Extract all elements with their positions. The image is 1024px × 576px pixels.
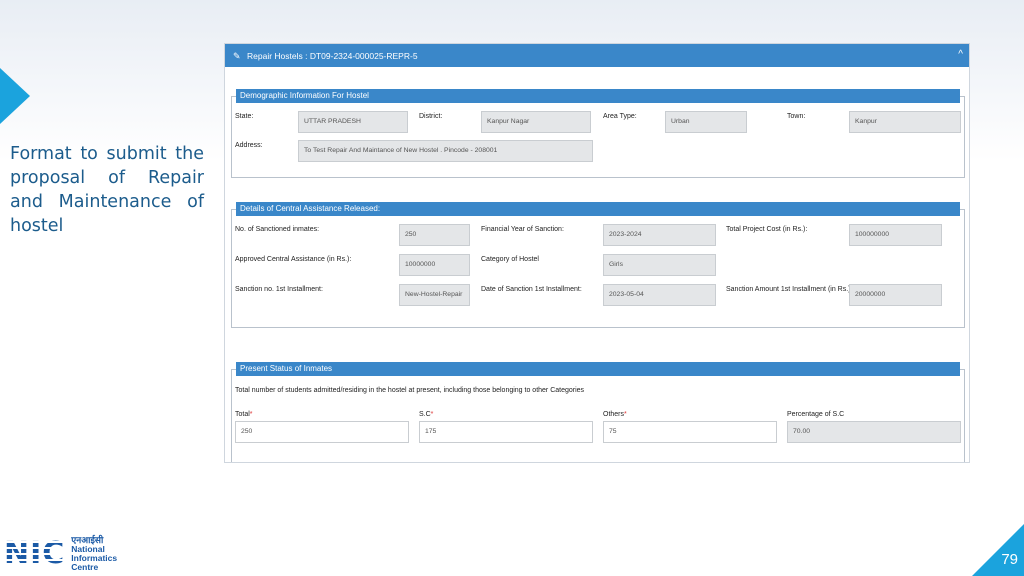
area-type-field[interactable]: Urban <box>665 111 747 133</box>
demographic-title: Demographic Information For Hostel <box>236 89 960 103</box>
inmates-field[interactable]: 250 <box>399 224 470 246</box>
central-assistance-section: Details of Central Assistance Released: … <box>231 202 965 328</box>
approved-assistance-label: Approved Central Assistance (in Rs.): <box>235 256 352 263</box>
state-label: State: <box>235 113 254 120</box>
page-number: 79 <box>1001 551 1018 568</box>
sc-input[interactable]: 175 <box>419 421 593 443</box>
district-label: District: <box>419 113 443 120</box>
nic-wordmark: एनआईसी National Informatics Centre <box>71 536 117 572</box>
sanction-date-field[interactable]: 2023-05-04 <box>603 284 716 306</box>
collapse-icon[interactable]: ^ <box>958 49 963 60</box>
others-input[interactable]: 75 <box>603 421 777 443</box>
required-marker: * <box>430 411 434 418</box>
sc-percentage-field[interactable]: 70.00 <box>787 421 961 443</box>
project-cost-field[interactable]: 100000000 <box>849 224 942 246</box>
sanction-no-label: Sanction no. 1st Installment: <box>235 286 323 293</box>
form-header[interactable]: ✎ Repair Hostels : DT09-2324-000025-REPR… <box>225 44 969 67</box>
required-marker: * <box>624 411 627 418</box>
financial-year-label: Financial Year of Sanction: <box>481 226 564 233</box>
approved-assistance-field[interactable]: 10000000 <box>399 254 470 276</box>
total-label: Total <box>235 411 250 418</box>
sc-label: S.C <box>419 411 431 418</box>
tool-icon: ✎ <box>233 50 241 61</box>
sc-percentage-label: Percentage of S.C <box>787 411 845 418</box>
area-type-label: Area Type: <box>603 113 637 120</box>
form-header-title: Repair Hostels : DT09-2324-000025-REPR-5 <box>247 50 418 61</box>
address-label: Address: <box>235 142 263 149</box>
sanction-date-label: Date of Sanction 1st Installment: <box>481 286 582 293</box>
central-assistance-title: Details of Central Assistance Released: <box>236 202 960 216</box>
total-input[interactable]: 250 <box>235 421 409 443</box>
required-marker: * <box>249 411 253 418</box>
sanction-amount-label: Sanction Amount 1st Installment (in Rs.)… <box>726 286 853 293</box>
sanction-amount-field[interactable]: 20000000 <box>849 284 942 306</box>
financial-year-field[interactable]: 2023-2024 <box>603 224 716 246</box>
category-label: Category of Hostel <box>481 256 539 263</box>
category-field[interactable]: Girls <box>603 254 716 276</box>
present-status-note: Total number of students admitted/residi… <box>235 387 585 394</box>
district-field[interactable]: Kanpur Nagar <box>481 111 591 133</box>
address-field[interactable]: To Test Repair And Maintance of New Host… <box>298 140 593 162</box>
others-label: Others <box>603 411 625 418</box>
demographic-section: Demographic Information For Hostel State… <box>231 89 965 178</box>
nic-letters: NIC <box>4 536 66 571</box>
present-status-section: Present Status of Inmates Total number o… <box>231 362 965 462</box>
sanction-no-field[interactable]: New-Hostel-Repair <box>399 284 470 306</box>
town-label: Town: <box>787 113 806 120</box>
nic-line3: Centre <box>71 562 99 572</box>
nic-mark: NIC <box>4 537 65 571</box>
project-cost-label: Total Project Cost (in Rs.): <box>726 226 808 233</box>
present-status-title: Present Status of Inmates <box>236 362 960 376</box>
slide-caption: Format to submit the proposal of Repair … <box>10 144 204 236</box>
town-field[interactable]: Kanpur <box>849 111 961 133</box>
corner-decoration <box>972 524 1024 576</box>
nic-logo: NIC एनआईसी National Informatics Centre <box>4 536 117 572</box>
state-field[interactable]: UTTAR PRADESH <box>298 111 408 133</box>
inmates-label: No. of Sanctioned inmates: <box>235 226 320 233</box>
decorative-arrow <box>0 68 30 124</box>
repair-hostel-form: ✎ Repair Hostels : DT09-2324-000025-REPR… <box>224 43 970 463</box>
